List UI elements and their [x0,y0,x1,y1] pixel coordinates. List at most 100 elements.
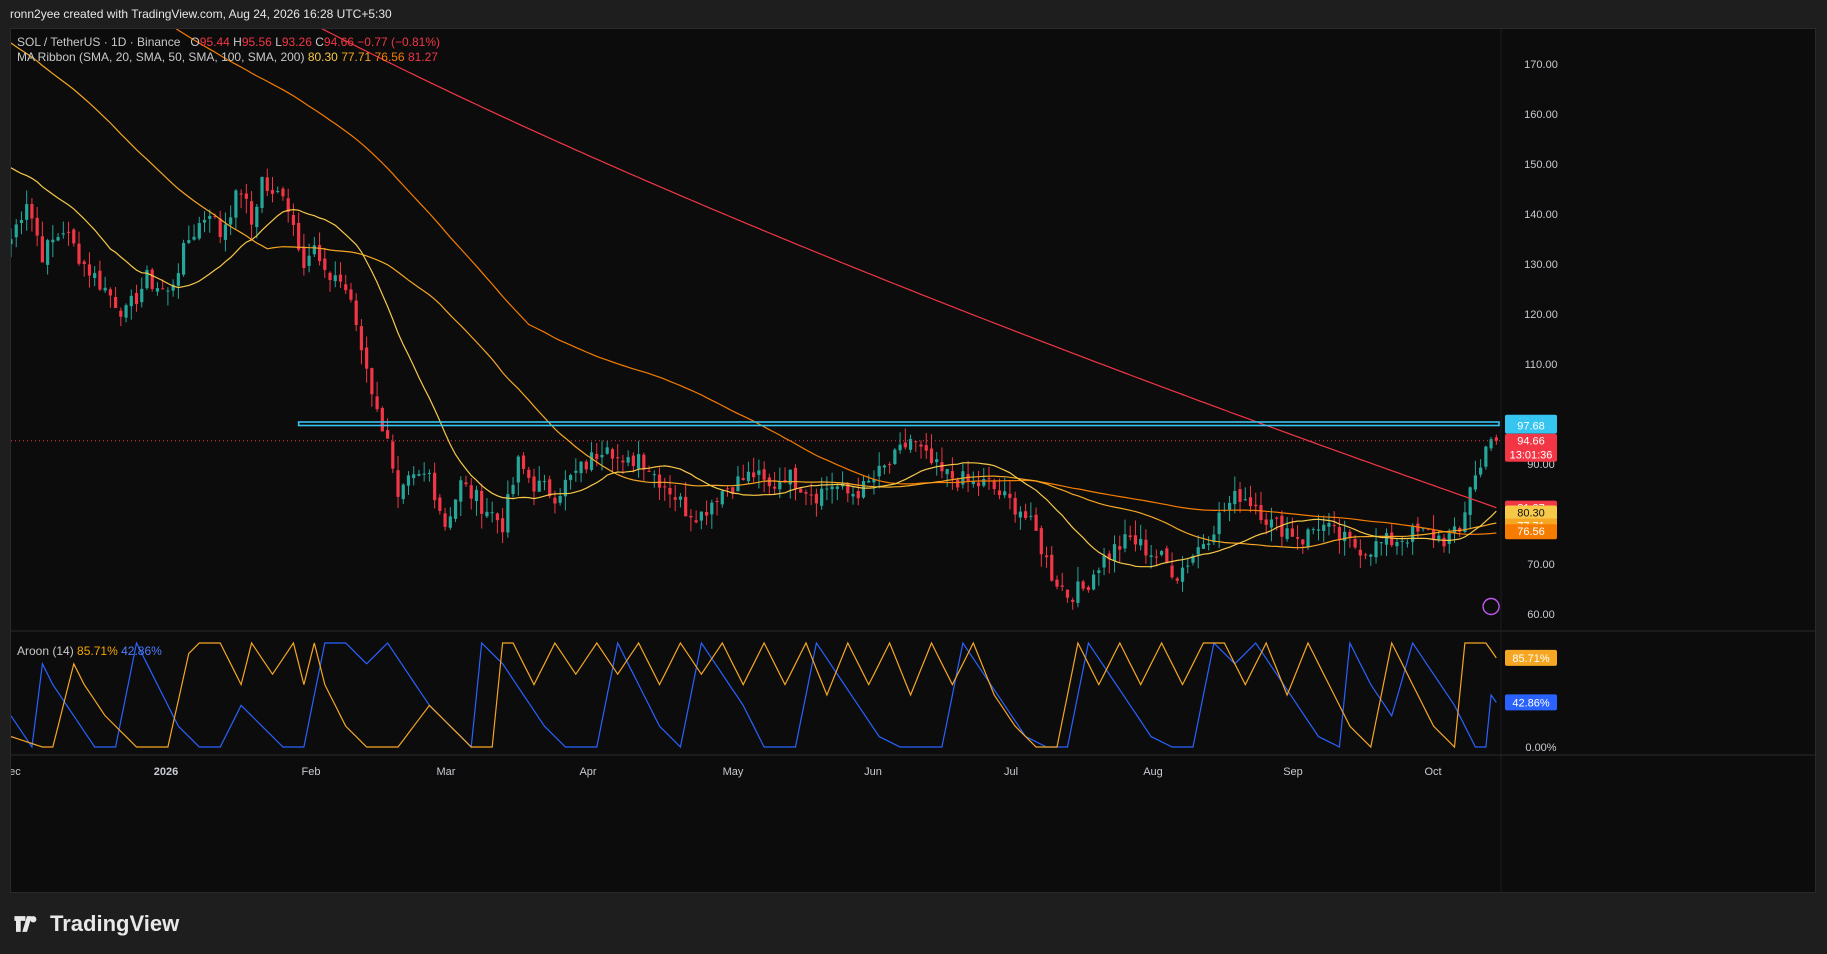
candle-body [72,229,76,244]
candle-body [521,455,526,469]
candle-body [1201,544,1206,549]
candle-body [626,457,630,463]
tradingview-logo[interactable]: TradingView [12,911,179,937]
candle-body [1358,549,1362,556]
candle-body [375,396,379,410]
candle-body [87,264,92,276]
candle-body [108,289,112,296]
candle-body [997,490,1002,496]
candle-body [302,246,306,269]
candle-body [1248,497,1253,507]
candle-body [1008,493,1012,498]
ma-ribbon-legend: MA Ribbon (SMA, 20, SMA, 50, SMA, 100, S… [17,50,438,64]
candle-body [867,480,871,483]
candle-body [1369,554,1373,557]
y-tick-label: 150.00 [1524,159,1558,171]
candle-body [1165,548,1169,563]
candle-body [129,295,133,307]
candle-body [417,474,421,476]
symbol-name[interactable]: SOL / TetherUS · 1D · Binance [17,35,180,49]
candle-body [1484,446,1488,467]
candle-body [51,239,55,243]
ma200-line [321,29,1497,509]
x-tick-label: 2026 [154,766,178,778]
candle-body [1207,543,1211,545]
event-marker-icon [1482,597,1500,616]
y-tick-label: 110.00 [1525,359,1558,371]
candle-body [1118,546,1122,550]
aroon-label[interactable]: Aroon (14) [17,644,74,658]
candle-body [950,470,954,479]
candle-body [1060,585,1064,587]
candle-body [1311,529,1315,531]
candle-body [1306,529,1310,547]
candle-body [976,482,981,487]
candle-body [1170,565,1174,578]
candle-body [1301,539,1305,545]
price-label: 80.30 [1517,508,1545,520]
candle-body [877,465,881,477]
candle-body [401,484,405,500]
candle-body [385,430,390,439]
candle-body [589,452,594,470]
x-tick-label: Aug [1143,766,1163,778]
candle-body [40,236,44,263]
candle-body [1285,528,1289,540]
ma-ribbon-label[interactable]: MA Ribbon (SMA, 20, SMA, 50, SMA, 100, S… [17,50,304,64]
candle-body [1243,499,1247,501]
aroon-axis-zero: 0.00% [1525,742,1556,754]
brand-name: TradingView [50,910,180,936]
candle-body [453,499,458,519]
price-label: 94.66 [1517,436,1545,448]
candle-body [1092,574,1096,590]
candle-body [276,190,280,192]
candle-body [673,497,677,500]
candle-body [710,502,714,515]
candle-body [1086,587,1090,590]
candle-body [804,492,808,494]
chart-frame[interactable]: 170.00 160.00 150.00 140.00 130.00 120.00 110.… [10,28,1817,894]
aroon-down-value: 42.86% [121,644,162,658]
candle-body [1055,579,1059,587]
candle-body [229,217,233,225]
candle-body [1431,529,1436,541]
candle-body [987,478,991,480]
footer: TradingView [10,893,1816,954]
y-tick-label: 60.00 [1527,609,1555,621]
candle-body [579,461,583,474]
candle-body [155,288,160,292]
aroon-down-line [11,640,1497,749]
candle-body [657,474,662,488]
candle-body [1238,489,1242,502]
candle-body [1139,539,1143,546]
candle-body [1379,542,1383,544]
candle-body [809,494,813,496]
candle-body [328,272,332,281]
candle-body [1264,519,1268,525]
candle-body [516,456,520,483]
candle-body [1227,502,1232,510]
credit-text: ronn2yee created with TradingView.com, A… [10,7,392,21]
candle-body [474,489,479,501]
chart-canvas[interactable]: 170.00 160.00 150.00 140.00 130.00 120.00 110.… [11,29,1817,894]
candle-body [825,488,829,490]
candle-body [652,474,656,476]
candle-body [359,326,364,351]
candle-body [929,448,934,464]
candle-body [1363,554,1368,556]
candle-body [114,297,118,308]
candle-body [1180,567,1185,582]
candle-body [312,245,316,255]
aroon-up-line [11,641,1497,749]
candle-body [1405,542,1410,544]
candle-body [584,461,588,470]
candle-body [835,486,839,489]
candle-body [438,497,442,511]
y-tick-label: 70.00 [1527,559,1555,571]
candle-body [888,464,892,466]
candle-body [982,478,986,486]
candle-body [1327,522,1331,527]
candle-body [621,460,625,463]
candle-body [239,193,243,195]
candle-body [260,176,264,208]
